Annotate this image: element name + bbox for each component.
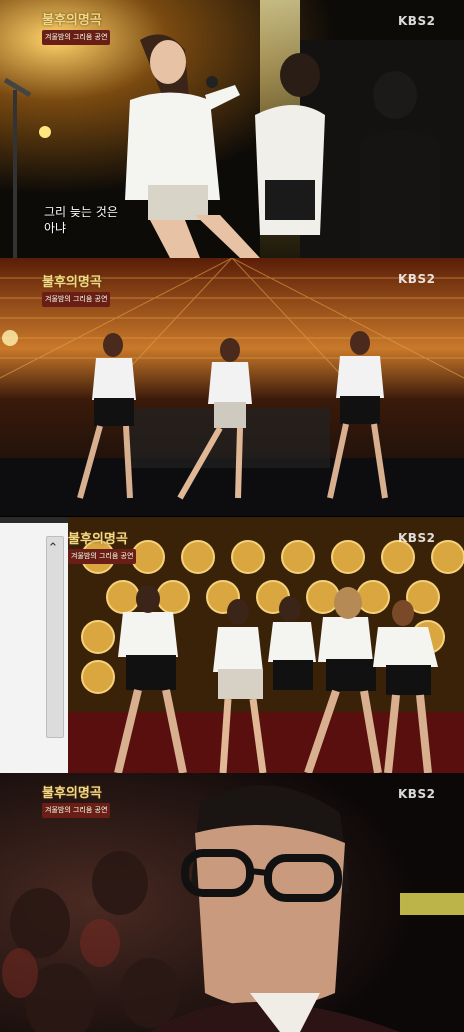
show-logo: 불후의명곡 겨울밤의 그리움 공연: [68, 532, 137, 564]
caption-line-1: 그리 늦는 것은: [44, 205, 118, 219]
broadcaster-watermark: KBS2: [398, 531, 436, 545]
frame-group-dance: 불후의명곡 겨울밤의 그리움 공연 KBS2: [68, 517, 464, 773]
show-logo: 불후의명곡 겨울밤의 그리움 공연: [42, 786, 111, 818]
frame-audience-closeup: 불후의명곡 겨울밤의 그리움 공연 KBS2: [0, 773, 464, 1032]
show-logo-title: 불후의명곡: [42, 275, 102, 290]
subtitle-caption: 그리 늦는 것은 아냐: [44, 204, 118, 236]
broadcaster-watermark: KBS2: [398, 787, 436, 801]
show-logo: 불후의명곡 겨울밤의 그리움 공연: [42, 275, 111, 307]
show-logo-title: 불후의명곡: [42, 786, 102, 801]
frame-solo-singer: 불후의명곡 겨울밤의 그리움 공연 KBS2 그리 늦는 것은 아냐: [0, 0, 464, 258]
show-logo-subtitle: 겨울밤의 그리움 공연: [42, 30, 111, 45]
show-logo-subtitle: 겨울밤의 그리움 공연: [42, 803, 111, 818]
vertical-scrollbar[interactable]: [46, 536, 64, 738]
frame-wide-stage: 불후의명곡 겨울밤의 그리움 공연 KBS2: [0, 258, 464, 516]
broadcaster-watermark: KBS2: [398, 14, 436, 28]
caption-line-2: 아냐: [44, 221, 67, 235]
show-logo: 불후의명곡 겨울밤의 그리움 공연: [42, 13, 111, 45]
show-logo-subtitle: 겨울밤의 그리움 공연: [42, 292, 111, 307]
show-logo-title: 불후의명곡: [68, 532, 128, 547]
chevron-up-icon[interactable]: ⌃: [44, 541, 62, 557]
show-logo-subtitle: 겨울밤의 그리움 공연: [68, 549, 137, 564]
broadcaster-watermark: KBS2: [398, 272, 436, 286]
show-logo-title: 불후의명곡: [42, 13, 102, 28]
panel-top-border: [0, 517, 68, 523]
